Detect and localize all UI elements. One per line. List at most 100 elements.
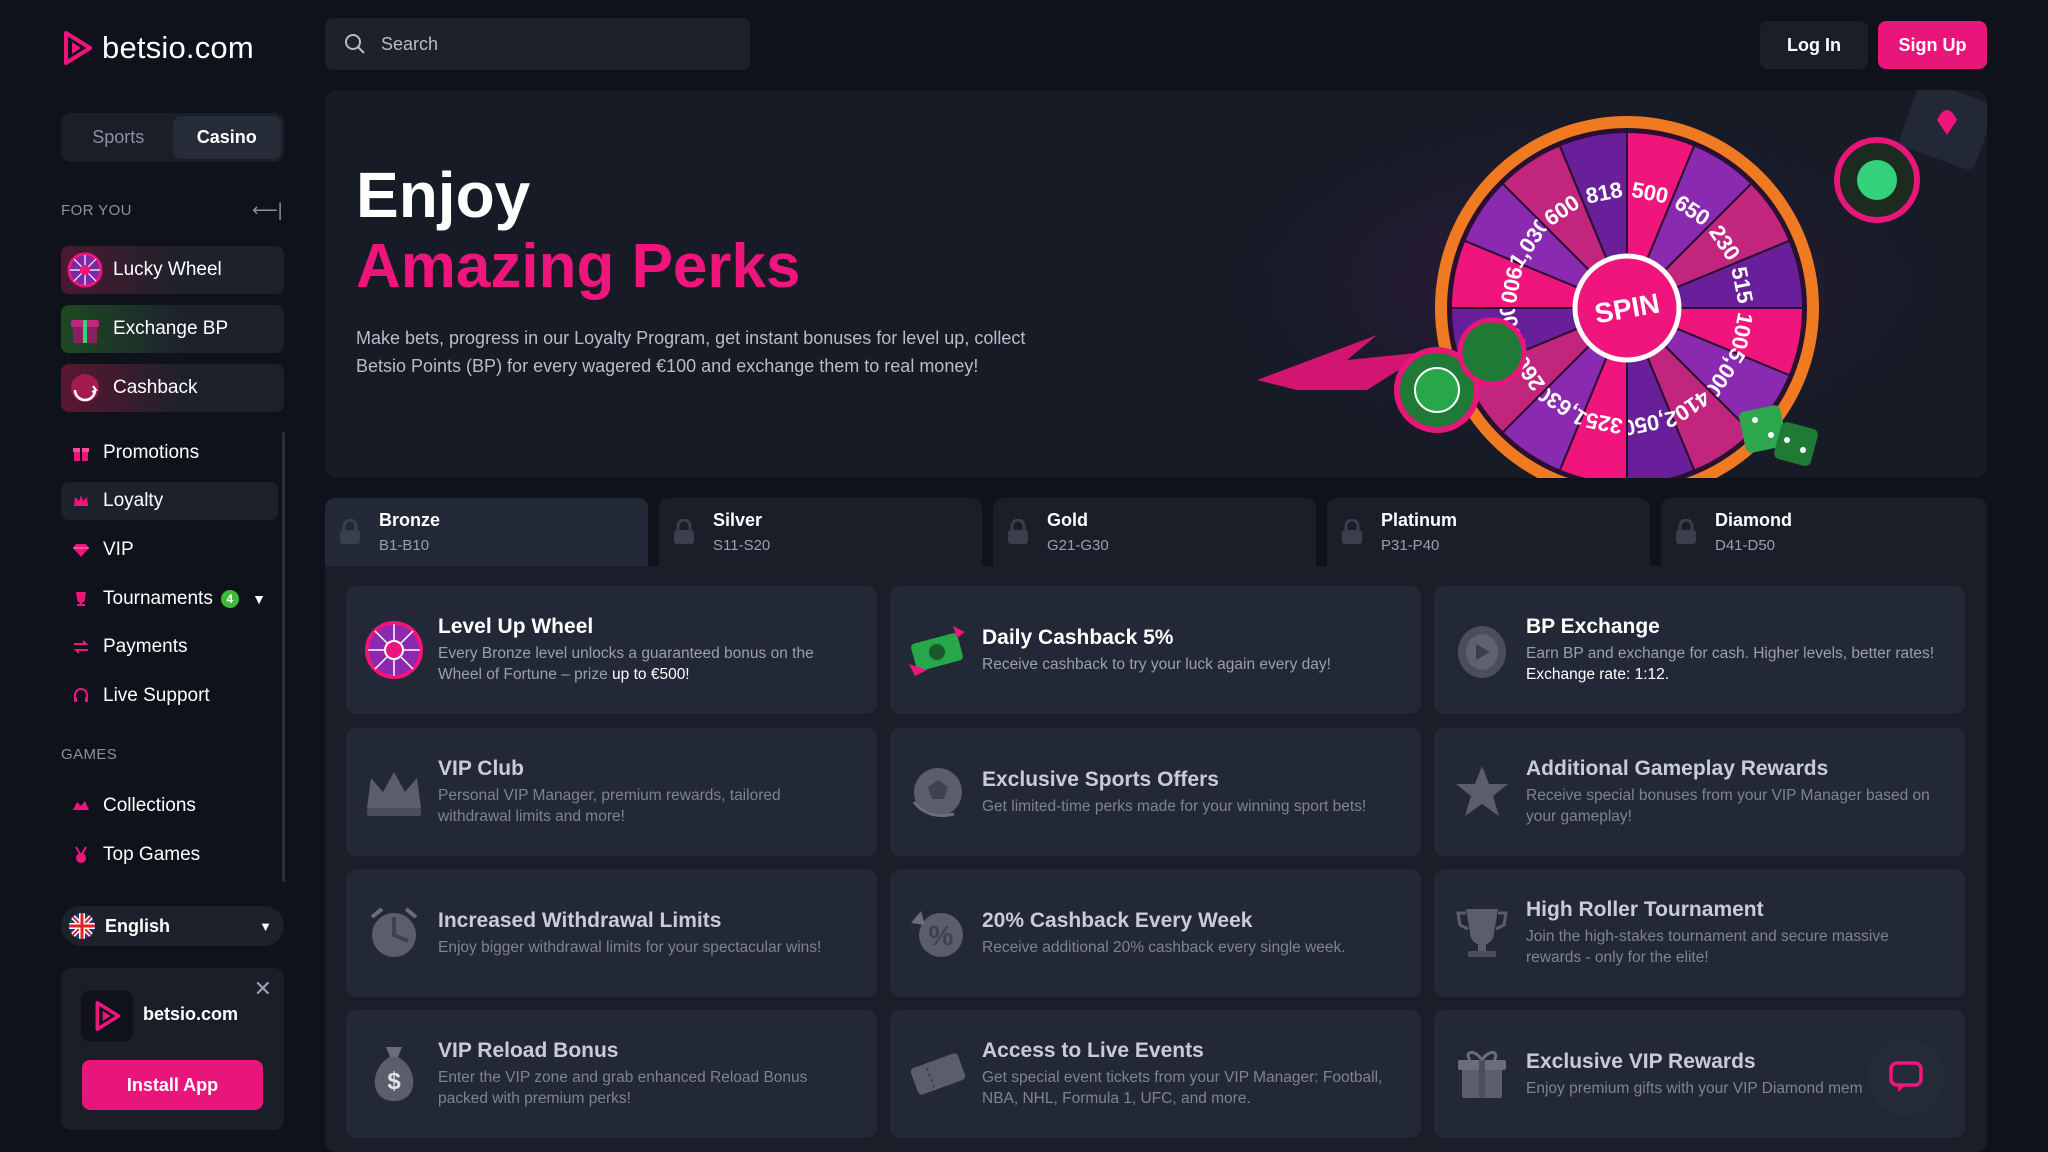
sidebar-item-live-support[interactable]: Live Support <box>61 677 278 715</box>
chevron-down-icon: ▼ <box>259 918 272 934</box>
sidebar-item-label: VIP <box>103 539 134 560</box>
perk-title: Additional Gameplay Rewards <box>1526 757 1829 780</box>
for-you-label: FOR YOU <box>61 202 132 219</box>
svg-text:%: % <box>929 920 954 951</box>
sidebar-item-vip[interactable]: VIP <box>61 531 278 569</box>
hero-banner: Enjoy Amazing Perks Make bets, progress … <box>325 90 1987 478</box>
gift-icon <box>1450 1042 1514 1106</box>
sidebar-item-cashback[interactable]: Cashback <box>61 364 284 412</box>
sports-casino-switch: Sports Casino <box>61 113 284 162</box>
gift-box-icon <box>71 320 99 343</box>
hero-description: Make bets, progress in our Loyalty Progr… <box>356 328 1026 376</box>
tab-gold[interactable]: Gold G21-G30 <box>993 498 1316 566</box>
chevron-down-icon[interactable]: ▼ <box>252 591 266 607</box>
perk-description: Join the high-stakes tournament and secu… <box>1526 928 1889 966</box>
perk-title: Daily Cashback 5% <box>982 625 1174 649</box>
sidebar: betsio.com Sports Casino FOR YOU ⟵| Luck… <box>0 0 300 1152</box>
tier-range: G21-G30 <box>1047 537 1109 554</box>
close-icon[interactable]: ✕ <box>254 976 272 1002</box>
star-icon <box>1450 760 1514 824</box>
perk-title: BP Exchange <box>1526 615 1660 638</box>
perk-description: Get special event tickets from your VIP … <box>982 1069 1383 1107</box>
sidebar-item-label: Collections <box>103 795 196 816</box>
segment-casino[interactable]: Casino <box>172 116 281 159</box>
tier-name: Platinum <box>1381 510 1458 530</box>
logo-mark-icon <box>64 31 92 65</box>
tab-platinum[interactable]: Platinum P31-P40 <box>1327 498 1650 566</box>
tier-name: Gold <box>1047 510 1088 530</box>
login-button[interactable]: Log In <box>1760 21 1868 69</box>
sidebar-item-label: Loyalty <box>103 490 164 511</box>
perk-card-vip-club: VIP Club Personal VIP Manager, premium re… <box>346 728 877 856</box>
language-selector[interactable]: English ▼ <box>61 906 284 946</box>
uk-flag-icon <box>69 913 95 939</box>
perk-description: Personal VIP Manager, premium rewards, t… <box>438 787 781 825</box>
tab-diamond[interactable]: Diamond D41-D50 <box>1661 498 1987 566</box>
perk-card-vip-reload-bonus: $ VIP Reload Bonus Enter the VIP zone and… <box>346 1010 877 1138</box>
coin-icon <box>1450 618 1514 682</box>
sidebar-item-label: Live Support <box>103 685 210 706</box>
tab-bronze[interactable]: Bronze B1-B10 <box>325 498 648 566</box>
perk-title: High Roller Tournament <box>1526 898 1764 921</box>
perk-description: Enter the VIP zone and grab enhanced Rel… <box>438 1069 808 1107</box>
sidebar-item-tournaments[interactable]: Tournaments 4 ▼ <box>61 580 278 618</box>
perk-highlight: up to €500! <box>612 666 690 683</box>
headset-icon <box>71 686 91 706</box>
perk-card-daily-cashback: Daily Cashback 5% Receive cashback to try… <box>890 586 1421 714</box>
tier-name: Diamond <box>1715 510 1793 530</box>
perk-card-additional-gameplay-rewards: Additional Gameplay Rewards Receive speci… <box>1434 728 1965 856</box>
perk-title: VIP Club <box>438 757 524 780</box>
sidebar-item-promotions[interactable]: Promotions <box>61 434 278 472</box>
install-app-button[interactable]: Install App <box>82 1060 263 1110</box>
sidebar-item-payments[interactable]: Payments <box>61 628 278 666</box>
lock-icon <box>671 517 697 547</box>
language-label: English <box>105 915 171 936</box>
perk-title: Increased Withdrawal Limits <box>438 908 722 932</box>
medal-icon <box>71 845 91 865</box>
chat-icon <box>1889 1061 1923 1092</box>
signup-button[interactable]: Sign Up <box>1878 21 1987 69</box>
install-app-card: betsio.com ✕ Install App <box>61 968 284 1130</box>
wheel-icon <box>67 252 103 288</box>
tier-name: Silver <box>713 510 763 530</box>
ball-icon <box>906 760 970 824</box>
perk-title: VIP Reload Bonus <box>438 1039 619 1062</box>
lock-icon <box>337 517 363 547</box>
perk-card-high-roller-tournament: High Roller Tournament Join the high-stak… <box>1434 869 1965 997</box>
sidebar-item-label: Tournaments <box>103 588 213 609</box>
sidebar-item-collections[interactable]: Collections <box>61 787 278 825</box>
search-placeholder: Search <box>381 33 439 54</box>
sidebar-item-label: Cashback <box>113 377 198 398</box>
perk-card-level-up-wheel: Level Up Wheel Every Bronze level unlocks… <box>346 586 877 714</box>
sidebar-item-label: Top Games <box>103 844 201 865</box>
tournaments-count-badge: 4 <box>220 590 239 608</box>
brand-logo[interactable]: betsio.com <box>60 30 254 66</box>
search-icon <box>345 34 365 54</box>
limits-icon <box>362 901 426 965</box>
payments-icon <box>71 637 91 657</box>
segment-sports[interactable]: Sports <box>64 116 173 159</box>
perk-title: 20% Cashback Every Week <box>982 908 1253 932</box>
hero-subtitle: Amazing Perks <box>356 232 801 301</box>
search-input[interactable]: Search <box>325 18 750 70</box>
perk-title: Access to Live Events <box>982 1039 1204 1062</box>
tier-range: B1-B10 <box>379 537 430 554</box>
sidebar-item-exchange-bp[interactable]: Exchange BP <box>61 305 284 353</box>
games-label: GAMES <box>61 746 118 763</box>
sidebar-item-lucky-wheel[interactable]: Lucky Wheel <box>61 246 284 294</box>
sidebar-item-top-games[interactable]: Top Games <box>61 836 278 874</box>
sidebar-item-label: Exchange BP <box>113 318 229 339</box>
perk-description: Get limited-time perks made for your win… <box>982 797 1367 815</box>
tab-silver[interactable]: Silver S11-S20 <box>659 498 982 566</box>
perk-card-bp-exchange: BP Exchange Earn BP and exchange for cash… <box>1434 586 1965 714</box>
perk-description: Enjoy bigger withdrawal limits for your … <box>438 938 822 956</box>
sidebar-item-loyalty[interactable]: Loyalty <box>61 482 278 520</box>
gift-icon <box>71 443 91 463</box>
lock-icon <box>1005 517 1031 547</box>
lock-icon <box>1339 517 1365 547</box>
perk-title: Level Up Wheel <box>438 615 594 638</box>
sidebar-scrollbar[interactable] <box>282 432 285 882</box>
collapse-sidebar-icon[interactable]: ⟵| <box>252 200 282 221</box>
svg-text:$: $ <box>387 1068 401 1095</box>
live-chat-button[interactable] <box>1868 1039 1944 1115</box>
